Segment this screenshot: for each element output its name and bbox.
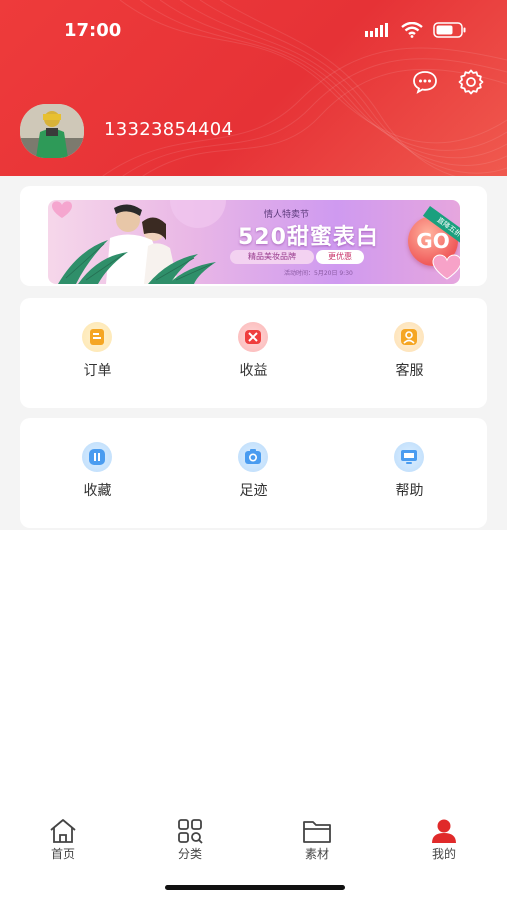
banner-card: 情人特卖节 520甜蜜表白 精品美妆品牌 更优惠 活动时间：5月20日 9:30… xyxy=(20,186,487,286)
earnings-icon xyxy=(238,322,268,352)
menu-item-label: 客服 xyxy=(395,363,424,379)
menu-item-label: 足迹 xyxy=(239,483,268,499)
menu-item-customer-service[interactable]: 客服 xyxy=(332,298,487,408)
home-icon xyxy=(50,819,76,843)
menu-group-1: 订单 收益 客服 xyxy=(20,298,487,408)
home-indicator xyxy=(165,885,345,890)
avatar-photo xyxy=(20,104,84,158)
tab-label: 我的 xyxy=(431,847,456,861)
user-phone: 13323854404 xyxy=(104,119,234,140)
customer-service-icon xyxy=(394,322,424,352)
order-icon xyxy=(82,322,112,352)
status-time: 17:00 xyxy=(64,20,122,41)
folder-icon xyxy=(303,821,331,843)
menu-group-2: 收藏 足迹 帮助 xyxy=(20,418,487,528)
profile-icon xyxy=(432,819,456,843)
banner-title: 520甜蜜表白 xyxy=(238,225,379,250)
promo-banner[interactable]: 情人特卖节 520甜蜜表白 精品美妆品牌 更优惠 活动时间：5月20日 9:30… xyxy=(48,200,460,284)
chat-bubble-icon xyxy=(413,71,437,94)
heart-icon xyxy=(432,254,460,280)
avatar[interactable] xyxy=(20,104,84,158)
tab-profile[interactable]: 我的 xyxy=(381,812,507,872)
tab-home[interactable]: 首页 xyxy=(0,812,126,872)
status-bar: 17:00 xyxy=(0,0,507,60)
menu-item-label: 收藏 xyxy=(83,483,112,499)
gear-icon xyxy=(458,69,484,95)
category-icon xyxy=(178,819,203,844)
banner-tag-brand: 精品美妆品牌 xyxy=(230,250,314,264)
tab-label: 首页 xyxy=(50,847,75,861)
cellular-signal-icon xyxy=(365,23,388,37)
menu-item-label: 收益 xyxy=(239,363,268,379)
banner-illustration xyxy=(52,200,226,284)
banner-tag-discount: 更优惠 xyxy=(316,250,364,264)
menu-item-orders[interactable]: 订单 xyxy=(20,298,175,408)
menu-item-help[interactable]: 帮助 xyxy=(332,418,487,528)
menu-item-label: 订单 xyxy=(83,363,112,379)
tab-materials[interactable]: 素材 xyxy=(254,812,380,872)
menu-item-earnings[interactable]: 收益 xyxy=(176,298,331,408)
menu-item-footprint[interactable]: 足迹 xyxy=(176,418,331,528)
banner-activity-time: 活动时间：5月20日 9:30 xyxy=(284,270,353,277)
tab-label: 素材 xyxy=(304,847,329,861)
profile-header: 17:00 13323854404 xyxy=(0,0,507,178)
bottom-tab-bar: 首页 分类 素材 我的 xyxy=(0,812,507,872)
footprint-icon xyxy=(238,442,268,472)
help-icon xyxy=(394,442,424,472)
content-area: 情人特卖节 520甜蜜表白 精品美妆品牌 更优惠 活动时间：5月20日 9:30… xyxy=(0,176,507,530)
menu-item-label: 帮助 xyxy=(395,483,424,499)
menu-item-favorites[interactable]: 收藏 xyxy=(20,418,175,528)
message-button[interactable] xyxy=(411,68,439,96)
favorites-icon xyxy=(82,442,112,472)
wifi-icon xyxy=(401,22,423,38)
tab-category[interactable]: 分类 xyxy=(127,812,253,872)
header-actions xyxy=(411,68,485,96)
battery-icon xyxy=(433,22,466,38)
tab-label: 分类 xyxy=(177,847,202,861)
status-icons xyxy=(365,22,467,38)
settings-button[interactable] xyxy=(457,68,485,96)
